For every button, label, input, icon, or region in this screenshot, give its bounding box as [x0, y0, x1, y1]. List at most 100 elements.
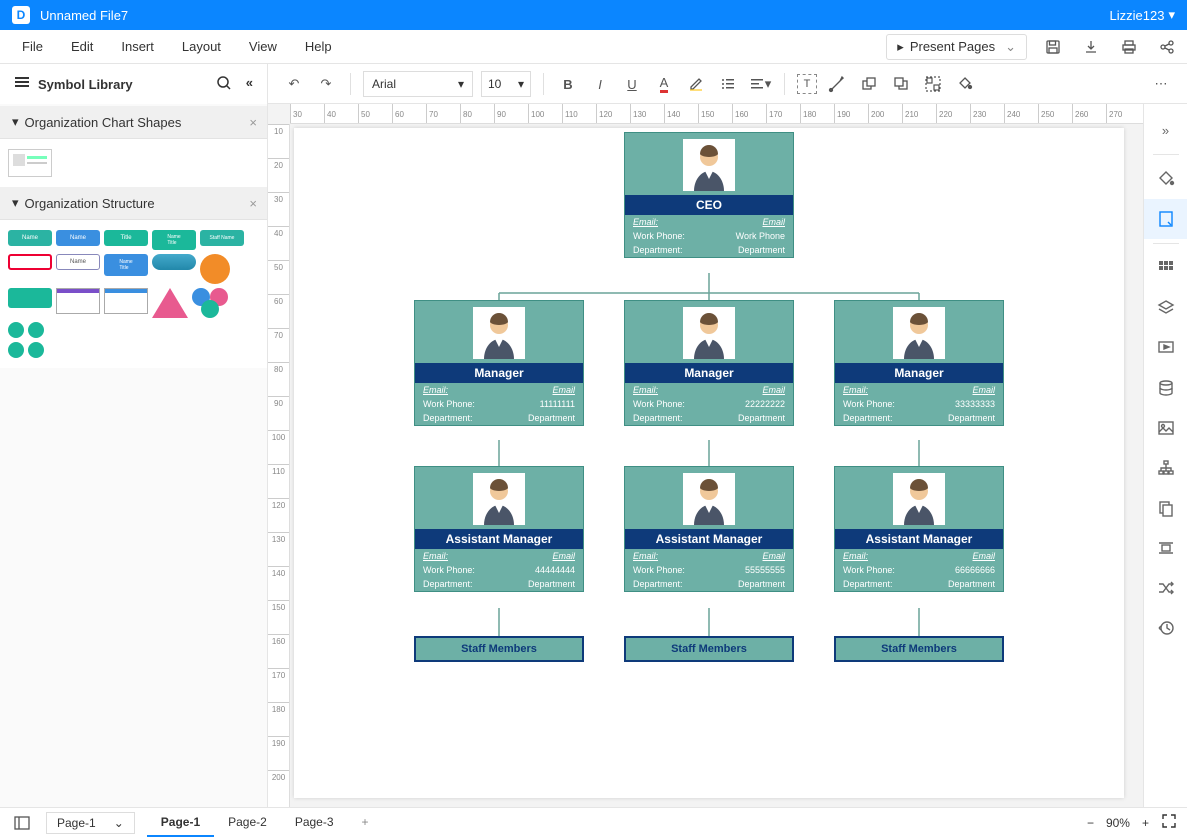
dept-label: Department:: [633, 245, 683, 255]
section-org-structure[interactable]: ▾ Organization Structure ×: [0, 187, 267, 220]
page-select[interactable]: Page-1 ⌄: [46, 812, 135, 834]
shape-thumbnail[interactable]: [8, 149, 52, 177]
dept-value: Department: [738, 245, 785, 255]
shape-thumbnail[interactable]: Name: [56, 230, 100, 246]
fill-bucket-icon[interactable]: [1144, 159, 1187, 199]
canvas[interactable]: 3040506070809010011012013014015016017018…: [268, 104, 1143, 807]
shape-thumbnail[interactable]: [152, 254, 196, 270]
shape-thumbnail[interactable]: Staff Name: [200, 230, 244, 246]
zoom-out-button[interactable]: −: [1087, 816, 1094, 830]
save-icon[interactable]: [1041, 35, 1065, 59]
image-icon[interactable]: [1144, 408, 1187, 448]
tab-page-1[interactable]: Page-1: [147, 809, 214, 837]
menu-edit[interactable]: Edit: [57, 33, 107, 60]
grid-icon[interactable]: [1144, 248, 1187, 288]
shape-thumbnail[interactable]: [8, 288, 52, 308]
shape-thumbnail[interactable]: [8, 254, 52, 270]
highlight-icon[interactable]: [684, 72, 708, 96]
layers-icon[interactable]: [1144, 288, 1187, 328]
role-title: Assistant Manager: [625, 529, 793, 549]
bold-icon[interactable]: B: [556, 72, 580, 96]
menu-view[interactable]: View: [235, 33, 291, 60]
tab-page-3[interactable]: Page-3: [281, 809, 348, 837]
phone-value: 11111111: [540, 399, 575, 409]
text-tool-icon[interactable]: T: [797, 74, 817, 94]
font-family-select[interactable]: Arial▾: [363, 71, 473, 97]
org-card-manager[interactable]: Manager Email:Email Work Phone:11111111 …: [414, 300, 584, 426]
add-page-button[interactable]: +: [348, 809, 383, 837]
shape-thumbnail[interactable]: [200, 254, 230, 284]
align-distribute-icon[interactable]: [1144, 528, 1187, 568]
font-size-select[interactable]: 10▾: [481, 71, 531, 97]
shape-thumbnail[interactable]: [152, 288, 188, 318]
org-card-staff[interactable]: Staff Members: [624, 636, 794, 662]
section-org-chart-shapes[interactable]: ▾ Organization Chart Shapes ×: [0, 106, 267, 139]
underline-icon[interactable]: U: [620, 72, 644, 96]
org-card-staff[interactable]: Staff Members: [414, 636, 584, 662]
italic-icon[interactable]: I: [588, 72, 612, 96]
history-icon[interactable]: [1144, 608, 1187, 648]
shape-thumbnail[interactable]: Title: [104, 230, 148, 246]
org-card-assistant[interactable]: Assistant Manager Email:Email Work Phone…: [414, 466, 584, 592]
align-icon[interactable]: ▾: [748, 72, 772, 96]
zoom-in-button[interactable]: +: [1142, 816, 1149, 830]
org-card-manager[interactable]: Manager Email:Email Work Phone:22222222 …: [624, 300, 794, 426]
avatar: [683, 473, 735, 525]
share-icon[interactable]: [1155, 35, 1179, 59]
close-icon[interactable]: ×: [249, 196, 257, 211]
shape-thumbnail[interactable]: [192, 288, 228, 318]
collapse-icon[interactable]: «: [246, 75, 253, 94]
shape-thumbnail[interactable]: [104, 288, 148, 314]
library-icon: [14, 76, 30, 93]
print-icon[interactable]: [1117, 35, 1141, 59]
page-setup-icon[interactable]: [1144, 199, 1187, 239]
shape-thumbnail[interactable]: NameTitle: [104, 254, 148, 276]
menu-layout[interactable]: Layout: [168, 33, 235, 60]
pages-panel-icon[interactable]: [10, 811, 34, 835]
dept-label: Department:: [423, 413, 473, 423]
menu-insert[interactable]: Insert: [107, 33, 168, 60]
connector-icon[interactable]: [825, 72, 849, 96]
present-pages-button[interactable]: ▸ Present Pages ⌄: [886, 34, 1027, 60]
search-icon[interactable]: [216, 75, 232, 94]
user-menu[interactable]: Lizzie123 ▾: [1110, 7, 1175, 23]
org-card-staff[interactable]: Staff Members: [834, 636, 1004, 662]
phone-value: 66666666: [955, 565, 995, 575]
shape-thumbnail[interactable]: [56, 288, 100, 314]
shapes-panel-1: [0, 139, 267, 187]
role-title: Manager: [415, 363, 583, 383]
copy-icon[interactable]: [1144, 488, 1187, 528]
sitemap-icon[interactable]: [1144, 448, 1187, 488]
close-icon[interactable]: ×: [249, 115, 257, 130]
bullet-list-icon[interactable]: [716, 72, 740, 96]
phone-label: Work Phone:: [423, 565, 475, 575]
database-icon[interactable]: [1144, 368, 1187, 408]
shape-thumbnail[interactable]: NameTitle: [152, 230, 196, 250]
org-card-assistant[interactable]: Assistant Manager Email:Email Work Phone…: [624, 466, 794, 592]
dept-value: Department: [948, 413, 995, 423]
redo-icon[interactable]: ↷: [314, 72, 338, 96]
fill-icon[interactable]: [953, 72, 977, 96]
shape-back-icon[interactable]: [857, 72, 881, 96]
org-card-ceo[interactable]: CEO Email:Email Work Phone:Work Phone De…: [624, 132, 794, 258]
expand-panel-icon[interactable]: »: [1144, 110, 1187, 150]
tab-page-2[interactable]: Page-2: [214, 809, 281, 837]
download-icon[interactable]: [1079, 35, 1103, 59]
org-card-manager[interactable]: Manager Email:Email Work Phone:33333333 …: [834, 300, 1004, 426]
shape-thumbnail[interactable]: [8, 322, 44, 358]
group-icon[interactable]: [921, 72, 945, 96]
font-color-icon[interactable]: A: [652, 72, 676, 96]
email-value: Email: [762, 385, 785, 395]
more-icon[interactable]: ⋯: [1149, 72, 1173, 96]
page-canvas[interactable]: CEO Email:Email Work Phone:Work Phone De…: [294, 128, 1124, 798]
menu-help[interactable]: Help: [291, 33, 346, 60]
shape-front-icon[interactable]: [889, 72, 913, 96]
shuffle-icon[interactable]: [1144, 568, 1187, 608]
fullscreen-icon[interactable]: [1161, 813, 1177, 832]
undo-icon[interactable]: ↶: [282, 72, 306, 96]
shape-thumbnail[interactable]: Name: [56, 254, 100, 270]
menu-file[interactable]: File: [8, 33, 57, 60]
presentation-icon[interactable]: [1144, 328, 1187, 368]
org-card-assistant[interactable]: Assistant Manager Email:Email Work Phone…: [834, 466, 1004, 592]
shape-thumbnail[interactable]: Name: [8, 230, 52, 246]
